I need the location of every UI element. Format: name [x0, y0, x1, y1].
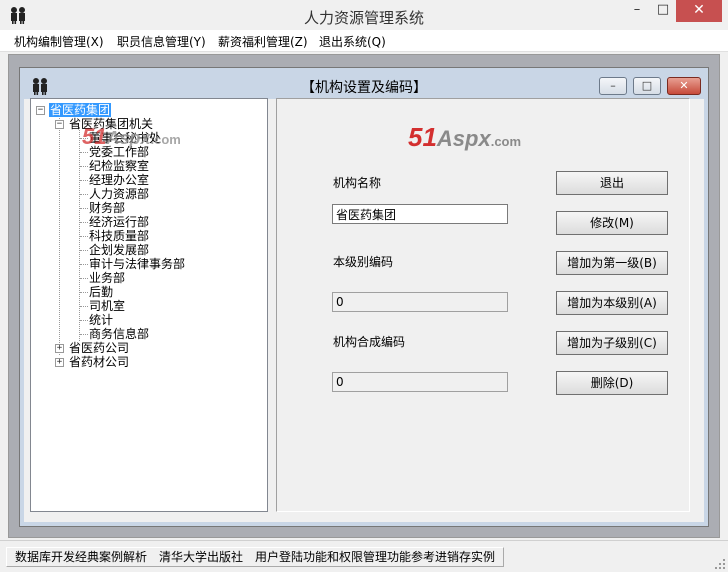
child-title-bar: 【机构设置及编码】 – □ ✕	[21, 69, 707, 99]
expand-icon[interactable]: +	[55, 358, 64, 367]
tree-node-dept[interactable]: 经理办公室	[89, 173, 149, 187]
resize-grip-icon[interactable]	[714, 558, 726, 570]
tree-node-dept[interactable]: 统计	[89, 313, 113, 327]
add-first-level-button[interactable]: 增加为第一级(B)	[556, 251, 668, 275]
status-text: 数据库开发经典案例解析 清华大学出版社 用户登陆功能和权限管理功能参考进销存实例	[6, 547, 505, 567]
org-name-label: 机构名称	[333, 176, 382, 190]
child-maximize-button[interactable]: □	[633, 77, 661, 95]
level-code-input[interactable]	[332, 292, 508, 312]
tree-node-dept[interactable]: 司机室	[89, 299, 125, 313]
tree-node-root[interactable]: 省医药集团	[49, 103, 112, 117]
maximize-button[interactable]: □	[650, 0, 676, 22]
tree-node-dept[interactable]: 经济运行部	[89, 215, 149, 229]
combined-code-input[interactable]	[332, 372, 508, 392]
menu-exit[interactable]: 退出系统(Q)	[319, 33, 386, 50]
tree-node-dept[interactable]: 财务部	[89, 201, 125, 215]
level-code-label: 本级别编码	[333, 255, 394, 269]
expand-icon[interactable]: +	[55, 344, 64, 353]
collapse-icon[interactable]: −	[36, 106, 45, 115]
tree-node-dept[interactable]: 纪检监察室	[89, 159, 149, 173]
title-bar: 人力资源管理系统 – □ ✕	[0, 0, 728, 30]
org-name-input[interactable]	[332, 204, 508, 224]
delete-button[interactable]: 删除(D)	[556, 371, 668, 395]
collapse-icon[interactable]: −	[55, 120, 64, 129]
tree-node-dept[interactable]: 人力资源部	[89, 187, 149, 201]
tree-node-level1[interactable]: 省药材公司	[69, 355, 129, 369]
menu-staff[interactable]: 职员信息管理(Y)	[117, 33, 206, 50]
tree-node-dept[interactable]: 商务信息部	[89, 327, 149, 341]
exit-button[interactable]: 退出	[556, 171, 668, 195]
close-button[interactable]: ✕	[676, 0, 722, 22]
tree-node-level1[interactable]: 省医药公司	[69, 341, 129, 355]
tree-node-dept[interactable]: 科技质量部	[89, 229, 149, 243]
child-minimize-button[interactable]: –	[599, 77, 627, 95]
child-close-button[interactable]: ✕	[667, 77, 701, 95]
watermark-logo: 51Aspx.com	[408, 122, 522, 152]
combined-code-label: 机构合成编码	[333, 335, 406, 349]
app-title: 人力资源管理系统	[303, 9, 424, 27]
status-bar: 数据库开发经典案例解析 清华大学出版社 用户登陆功能和权限管理功能参考进销存实例	[0, 540, 728, 572]
menu-salary[interactable]: 薪资福利管理(Z)	[218, 33, 308, 50]
watermark-logo: 51Aspx.com	[82, 124, 181, 149]
menu-org[interactable]: 机构编制管理(X)	[14, 33, 104, 50]
org-tree[interactable]: − 省医药集团 − 省医药集团机关 董事会秘书处 党委工作部 纪检监察室 经理办…	[30, 98, 268, 512]
add-child-level-button[interactable]: 增加为子级别(C)	[556, 331, 668, 355]
tree-node-dept[interactable]: 后勤	[89, 285, 113, 299]
tree-line	[59, 113, 60, 355]
modify-button[interactable]: 修改(M)	[556, 211, 668, 235]
tree-node-dept[interactable]: 企划发展部	[89, 243, 149, 257]
add-same-level-button[interactable]: 增加为本级别(A)	[556, 291, 668, 315]
tree-node-dept[interactable]: 审计与法律事务部	[89, 257, 185, 271]
minimize-button[interactable]: –	[624, 0, 650, 22]
tree-line	[79, 127, 80, 341]
menu-bar: 机构编制管理(X) 职员信息管理(Y) 薪资福利管理(Z) 退出系统(Q)	[0, 30, 728, 52]
tree-node-dept[interactable]: 业务部	[89, 271, 125, 285]
